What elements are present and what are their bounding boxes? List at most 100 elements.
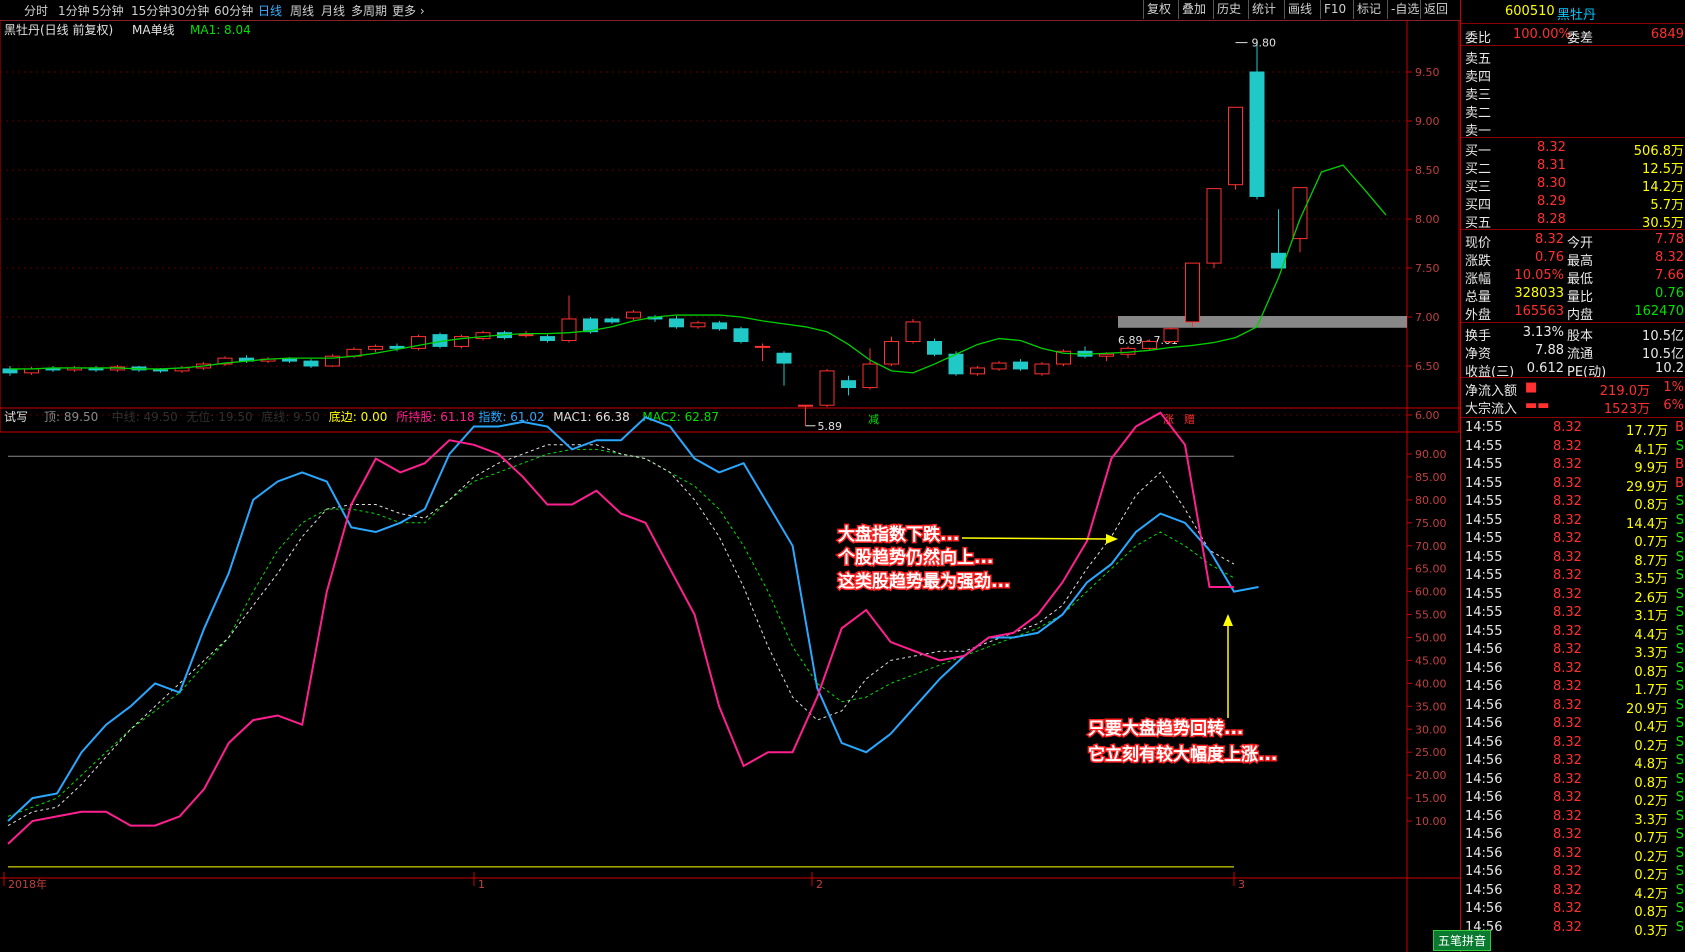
period-tab-6[interactable]: 日线: [258, 2, 282, 19]
quote-stat-row: 涨跌 0.76 最高 8.32: [1461, 249, 1685, 269]
tick-row: 14:56 8.32 0.2万 S: [1461, 789, 1685, 809]
indicator-legend-item: 指数: 61.02: [478, 409, 544, 424]
tick-price: 8.32: [1553, 623, 1582, 639]
tick-side: S: [1675, 753, 1684, 768]
period-tab-2[interactable]: 5分钟: [92, 2, 124, 19]
indicator-axis-label: 25.00: [1415, 746, 1447, 759]
indicator-legend-item: MAC2: 62.87: [642, 410, 719, 424]
money-flow-row: 大宗流入 ▬▬ 1523万 6%: [1461, 397, 1685, 417]
tick-side: S: [1675, 494, 1684, 509]
tick-time: 14:56: [1465, 660, 1503, 676]
tick-price: 8.32: [1553, 734, 1582, 750]
indicator-axis-label: 20.00: [1415, 769, 1447, 782]
ime-indicator[interactable]: 五笔拼音: [1433, 930, 1492, 951]
period-tab-5[interactable]: 60分钟: [214, 2, 253, 19]
annotation-text: 它立刻有较大幅度上涨...: [1088, 744, 1277, 765]
candle-body: [776, 352, 792, 364]
divider: [1461, 45, 1685, 46]
toolbar-button-1[interactable]: 叠加: [1178, 0, 1209, 19]
tick-row: 14:56 8.32 0.4万 S: [1461, 715, 1685, 735]
x-axis-label: 1: [478, 878, 485, 891]
annotation-text: 这类股趋势最为强劲...: [838, 571, 1010, 592]
tick-side: S: [1675, 642, 1684, 657]
period-tab-1[interactable]: 1分钟: [58, 2, 90, 19]
tick-time: 14:56: [1465, 679, 1503, 694]
indicator-axis-label: 50.00: [1415, 632, 1447, 645]
toolbar-button-0[interactable]: 复权: [1143, 0, 1174, 19]
toolbar-button-6[interactable]: 标记: [1353, 0, 1384, 19]
cell: 6%: [1663, 398, 1684, 413]
bid-row: 买四 8.29 5.7万: [1461, 193, 1685, 213]
period-tab-7[interactable]: 周线: [290, 2, 314, 19]
candle-body: [1249, 71, 1265, 197]
candle-body: [819, 370, 835, 406]
candle-body: [303, 360, 319, 367]
tick-side: S: [1675, 808, 1684, 824]
candle-body: [604, 318, 620, 323]
tick-volume: 3.3万: [1634, 646, 1668, 661]
indicator-legend-item: 无位: 19.50: [186, 409, 252, 424]
toolbar-button-2[interactable]: 历史: [1213, 0, 1244, 19]
tick-row: 14:56 8.32 0.8万 S: [1461, 660, 1685, 680]
tick-time: 14:55: [1465, 512, 1503, 528]
money-flow-row: 净流入额 ■ 219.0万 1%: [1461, 379, 1685, 399]
bid-price: 8.32: [1537, 140, 1566, 155]
tick-row: 14:55 8.32 29.9万 B: [1461, 475, 1685, 495]
tick-row: 14:56 8.32 0.3万 S: [1461, 919, 1685, 939]
kline-chart[interactable]: 黑牡丹(日线 前复权) MA单线 MA1: 8.04 9.50 9.00 8.50 8.00…: [0, 20, 1460, 952]
tick-volume: 20.9万: [1626, 701, 1668, 717]
toolbar-button-5[interactable]: F10: [1320, 0, 1349, 19]
candle-body: [669, 318, 684, 328]
tick-time: 14:56: [1465, 697, 1503, 713]
candle-body: [1163, 328, 1179, 343]
tick-price: 8.32: [1553, 697, 1582, 713]
tick-volume: 4.8万: [1634, 757, 1668, 772]
tick-row: 14:55 8.32 14.4万 S: [1461, 512, 1685, 532]
indicator-axis-label: 85.00: [1415, 471, 1447, 484]
candle-body: [1142, 341, 1157, 349]
period-tab-4[interactable]: 30分钟: [170, 2, 209, 19]
quote-stat-row: 换手 3.13% 股本 10.5亿: [1461, 324, 1685, 344]
cell: 0.76: [1655, 286, 1684, 301]
price-axis-label: 6.00: [1415, 409, 1440, 422]
candle-body: [1034, 363, 1050, 375]
tick-volume: 14.4万: [1626, 516, 1668, 532]
annotation-text: 大盘指数下跌...: [838, 524, 959, 545]
indicator-axis-label: 45.00: [1415, 654, 1447, 667]
tick-row: 14:55 8.32 17.7万 B: [1461, 419, 1685, 439]
toolbar-button-4[interactable]: 画线: [1284, 0, 1315, 19]
tick-volume: 0.8万: [1634, 775, 1668, 791]
tick-time: 14:56: [1465, 845, 1503, 861]
toolbar-button-3[interactable]: 统计: [1248, 0, 1279, 19]
event-label: 赠: [1184, 412, 1195, 426]
tick-side: B: [1675, 457, 1684, 472]
indicator-legend-item: 中线: 49.50: [112, 409, 178, 424]
tick-side: S: [1675, 605, 1684, 620]
period-tab-10[interactable]: 更多 ›: [392, 2, 425, 19]
cell: 7.78: [1655, 232, 1684, 247]
toolbar-button-8[interactable]: 返回: [1420, 0, 1451, 19]
period-tab-3[interactable]: 15分钟: [131, 2, 170, 19]
bid-row: 买一 8.32 506.8万: [1461, 139, 1685, 159]
toolbar-button-7[interactable]: -自选: [1387, 0, 1422, 19]
indicator-axis-label: 80.00: [1415, 494, 1447, 507]
divider: [1461, 417, 1685, 418]
candle-body: [1206, 188, 1222, 264]
tick-price: 8.32: [1553, 494, 1582, 509]
period-tab-9[interactable]: 多周期: [351, 2, 387, 19]
tick-side: S: [1675, 882, 1684, 898]
tick-side: S: [1675, 734, 1684, 750]
cell: 8.32: [1655, 250, 1684, 265]
candle-body: [282, 358, 297, 362]
tick-volume: 0.7万: [1634, 535, 1668, 550]
tick-price: 8.32: [1553, 790, 1582, 805]
quote-stat-row: 收益(三) 0.612 PE(动) 10.2: [1461, 360, 1685, 380]
period-tab-8[interactable]: 月线: [321, 2, 345, 19]
period-tab-0[interactable]: 分时: [24, 2, 48, 19]
tick-row: 14:56 8.32 4.2万 S: [1461, 882, 1685, 902]
tick-price: 8.32: [1553, 901, 1582, 916]
tick-price: 8.32: [1553, 919, 1582, 935]
tick-price: 8.32: [1553, 457, 1582, 472]
indicator-legend-item: 所持股: 61.18: [396, 409, 474, 424]
low-marker: 5.89: [818, 420, 843, 433]
